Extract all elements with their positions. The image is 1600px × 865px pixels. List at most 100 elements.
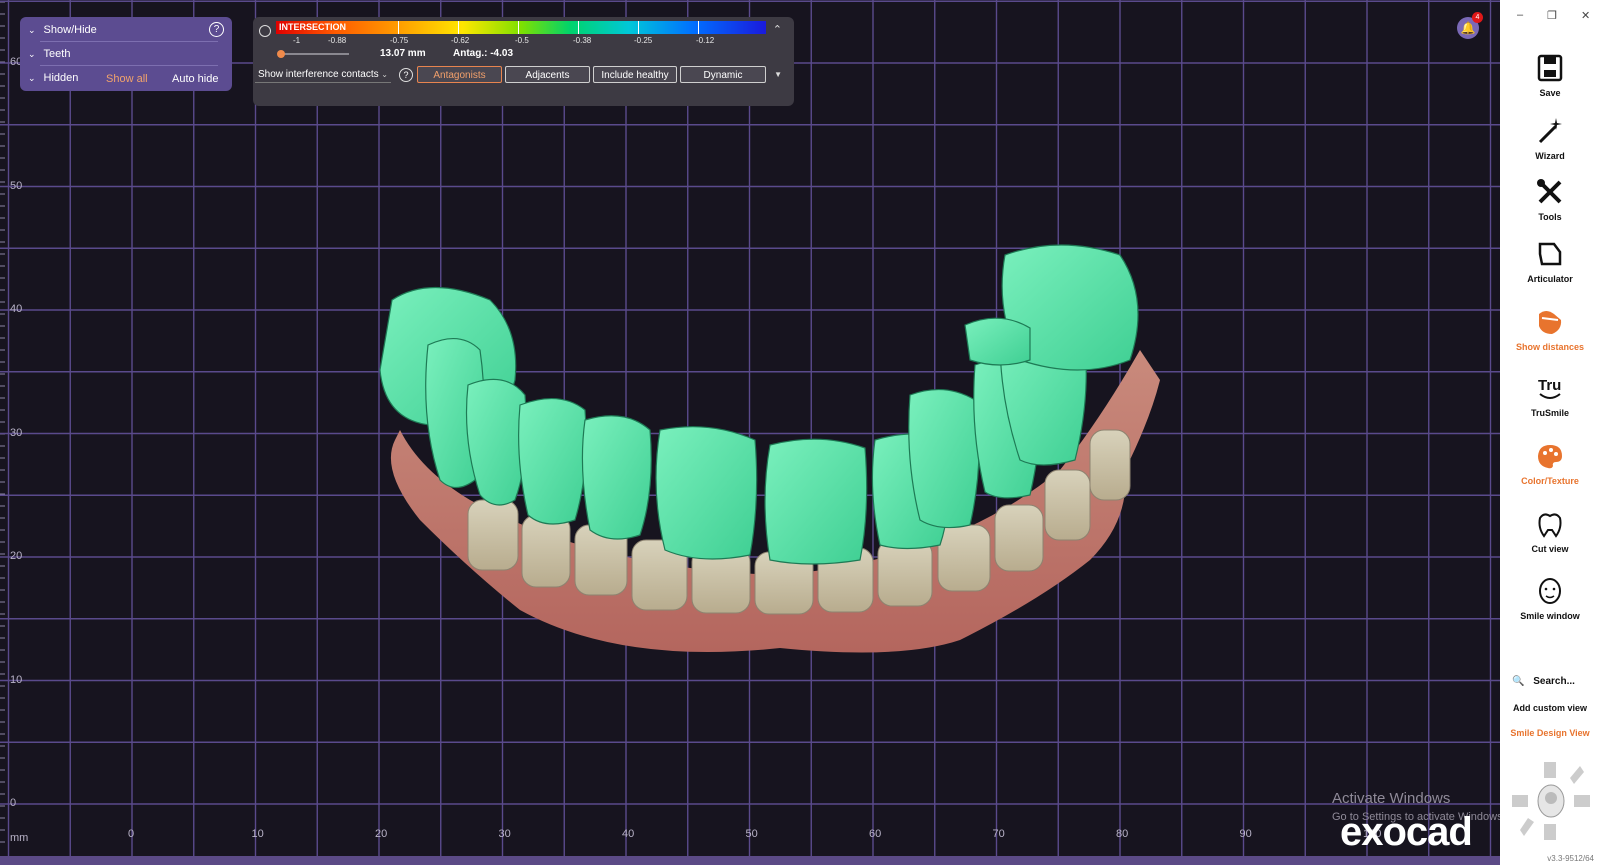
close-button[interactable]: ✕ bbox=[1581, 9, 1590, 22]
scale-value: -0.5 bbox=[515, 36, 529, 45]
chevron-down-icon: ⌄ bbox=[28, 24, 36, 35]
x-axis-label: 90 bbox=[1239, 828, 1252, 840]
scale-tick bbox=[698, 21, 699, 34]
y-axis-label: 20 bbox=[10, 550, 23, 562]
antagonists-toggle[interactable]: Antagonists bbox=[417, 66, 502, 83]
wand-icon bbox=[1538, 118, 1562, 144]
show-distances-button[interactable]: Show distances bbox=[1500, 306, 1600, 352]
articulator-icon bbox=[1538, 242, 1562, 266]
chevron-down-icon: ⌄ bbox=[28, 48, 36, 59]
scale-value: -0.88 bbox=[328, 36, 347, 45]
trusmile-button[interactable]: Tru TruSmile bbox=[1500, 372, 1600, 418]
divider bbox=[40, 65, 218, 66]
hidden-label: Hidden bbox=[43, 72, 79, 84]
svg-text:Tru: Tru bbox=[1538, 377, 1561, 394]
scale-tick bbox=[518, 21, 519, 34]
y-axis-label: 0 bbox=[10, 797, 17, 809]
face-icon bbox=[1539, 578, 1561, 604]
distances-icon bbox=[1539, 311, 1562, 334]
articulator-label: Articulator bbox=[1527, 274, 1573, 284]
y-axis-label: 40 bbox=[10, 303, 23, 315]
wizard-label: Wizard bbox=[1535, 151, 1565, 161]
dynamic-toggle[interactable]: Dynamic bbox=[680, 66, 766, 83]
x-axis-label: 80 bbox=[1116, 828, 1129, 840]
dental-model[interactable] bbox=[0, 0, 1500, 865]
save-button[interactable]: Save bbox=[1500, 52, 1600, 98]
scale-tick bbox=[398, 21, 399, 34]
scale-tick bbox=[458, 21, 459, 34]
color-texture-button[interactable]: Color/Texture bbox=[1500, 440, 1600, 486]
show-hide-panel: ⌄ Show/Hide ? ⌄ Teeth ⌄ Hidden Show all … bbox=[20, 17, 232, 91]
x-axis-label: 10 bbox=[251, 828, 264, 840]
scale-tick bbox=[638, 21, 639, 34]
collapse-icon[interactable]: ⌃ bbox=[773, 23, 782, 36]
3d-viewport[interactable]: mm 60 50 40 30 20 10 0 0 10 20 30 40 50 60 70 80 90 100 bbox=[0, 0, 1500, 865]
cut-view-icon bbox=[1538, 513, 1562, 538]
search-icon: 🔍 bbox=[1512, 676, 1525, 687]
distance-slider[interactable] bbox=[279, 53, 349, 55]
teeth-row[interactable]: ⌄ Teeth bbox=[28, 45, 70, 63]
help-icon[interactable]: ? bbox=[399, 68, 413, 82]
color-texture-label: Color/Texture bbox=[1521, 476, 1579, 486]
scale-tick bbox=[578, 21, 579, 34]
add-custom-view-button[interactable]: Add custom view bbox=[1500, 703, 1600, 713]
slider-handle[interactable] bbox=[277, 50, 285, 58]
scale-value: -0.62 bbox=[451, 36, 470, 45]
search-button[interactable]: 🔍 Search... bbox=[1512, 676, 1575, 687]
adjacents-toggle[interactable]: Adjacents bbox=[505, 66, 590, 83]
smile-window-button[interactable]: Smile window bbox=[1500, 575, 1600, 621]
trusmile-label: TruSmile bbox=[1530, 408, 1569, 418]
show-all-link[interactable]: Show all bbox=[106, 73, 148, 85]
interference-select-value: Show interference contacts bbox=[258, 69, 379, 80]
antag-value: Antag.: -4.03 bbox=[453, 48, 514, 59]
auto-hide-link[interactable]: Auto hide bbox=[172, 73, 218, 85]
distance-value: 13.07 mm bbox=[380, 48, 426, 59]
color-scale-bar bbox=[276, 21, 766, 34]
dropdown-arrow-icon[interactable]: ▼ bbox=[774, 70, 782, 79]
scale-value: -0.75 bbox=[390, 36, 409, 45]
notification-badge: 4 bbox=[1472, 12, 1483, 23]
tools-label: Tools bbox=[1538, 212, 1562, 222]
x-axis-label: 40 bbox=[622, 828, 635, 840]
version-label: v3.3-9512/64 bbox=[1547, 854, 1594, 863]
y-axis-label: 10 bbox=[10, 673, 23, 686]
smile-design-view-button[interactable]: Smile Design View bbox=[1500, 728, 1600, 738]
scale-title: INTERSECTION bbox=[279, 22, 347, 32]
scale-value: -0.25 bbox=[634, 36, 653, 45]
wizard-button[interactable]: Wizard bbox=[1500, 115, 1600, 161]
exocad-logo: exocad bbox=[1340, 810, 1473, 854]
show-hide-header[interactable]: ⌄ Show/Hide bbox=[28, 21, 97, 39]
gauge-icon[interactable] bbox=[259, 25, 271, 37]
scale-value: -0.12 bbox=[696, 36, 715, 45]
help-icon[interactable]: ? bbox=[209, 22, 224, 37]
intersection-panel: INTERSECTION -1 -0.88 -0.75 -0.62 -0.5 -… bbox=[253, 17, 794, 106]
interference-select[interactable]: Show interference contacts ⌄ bbox=[255, 66, 391, 83]
articulator-button[interactable]: Articulator bbox=[1500, 238, 1600, 284]
unit-label: mm bbox=[10, 832, 29, 844]
x-axis-label: 30 bbox=[498, 828, 511, 840]
cut-view-label: Cut view bbox=[1531, 544, 1569, 554]
chevron-down-icon: ⌄ bbox=[381, 70, 388, 79]
trusmile-icon: Tru bbox=[1538, 377, 1561, 399]
hidden-row[interactable]: ⌄ Hidden bbox=[28, 69, 78, 87]
view-orientation-icon[interactable] bbox=[1508, 758, 1594, 844]
show-distances-label: Show distances bbox=[1515, 342, 1585, 352]
x-axis-label: 60 bbox=[869, 828, 882, 840]
right-toolbar: – ❐ ✕ Save Wizard Tools Articulator Show… bbox=[1500, 0, 1600, 865]
tools-button[interactable]: Tools bbox=[1500, 176, 1600, 222]
tools-icon bbox=[1537, 179, 1562, 204]
include-healthy-toggle[interactable]: Include healthy bbox=[593, 66, 677, 83]
minimize-button[interactable]: – bbox=[1517, 9, 1523, 21]
bottom-strip bbox=[0, 856, 1500, 865]
palette-icon bbox=[1538, 445, 1562, 469]
x-axis-label: 0 bbox=[128, 828, 135, 840]
x-axis-label: 20 bbox=[375, 828, 388, 840]
restore-button[interactable]: ❐ bbox=[1547, 9, 1557, 22]
cut-view-button[interactable]: Cut view bbox=[1500, 508, 1600, 554]
show-hide-title: Show/Hide bbox=[43, 24, 97, 36]
teeth-label: Teeth bbox=[43, 48, 71, 60]
search-label: Search... bbox=[1533, 676, 1575, 687]
x-axis-label: 50 bbox=[745, 828, 758, 840]
save-icon bbox=[1537, 54, 1563, 82]
y-axis-label: 30 bbox=[10, 426, 23, 439]
